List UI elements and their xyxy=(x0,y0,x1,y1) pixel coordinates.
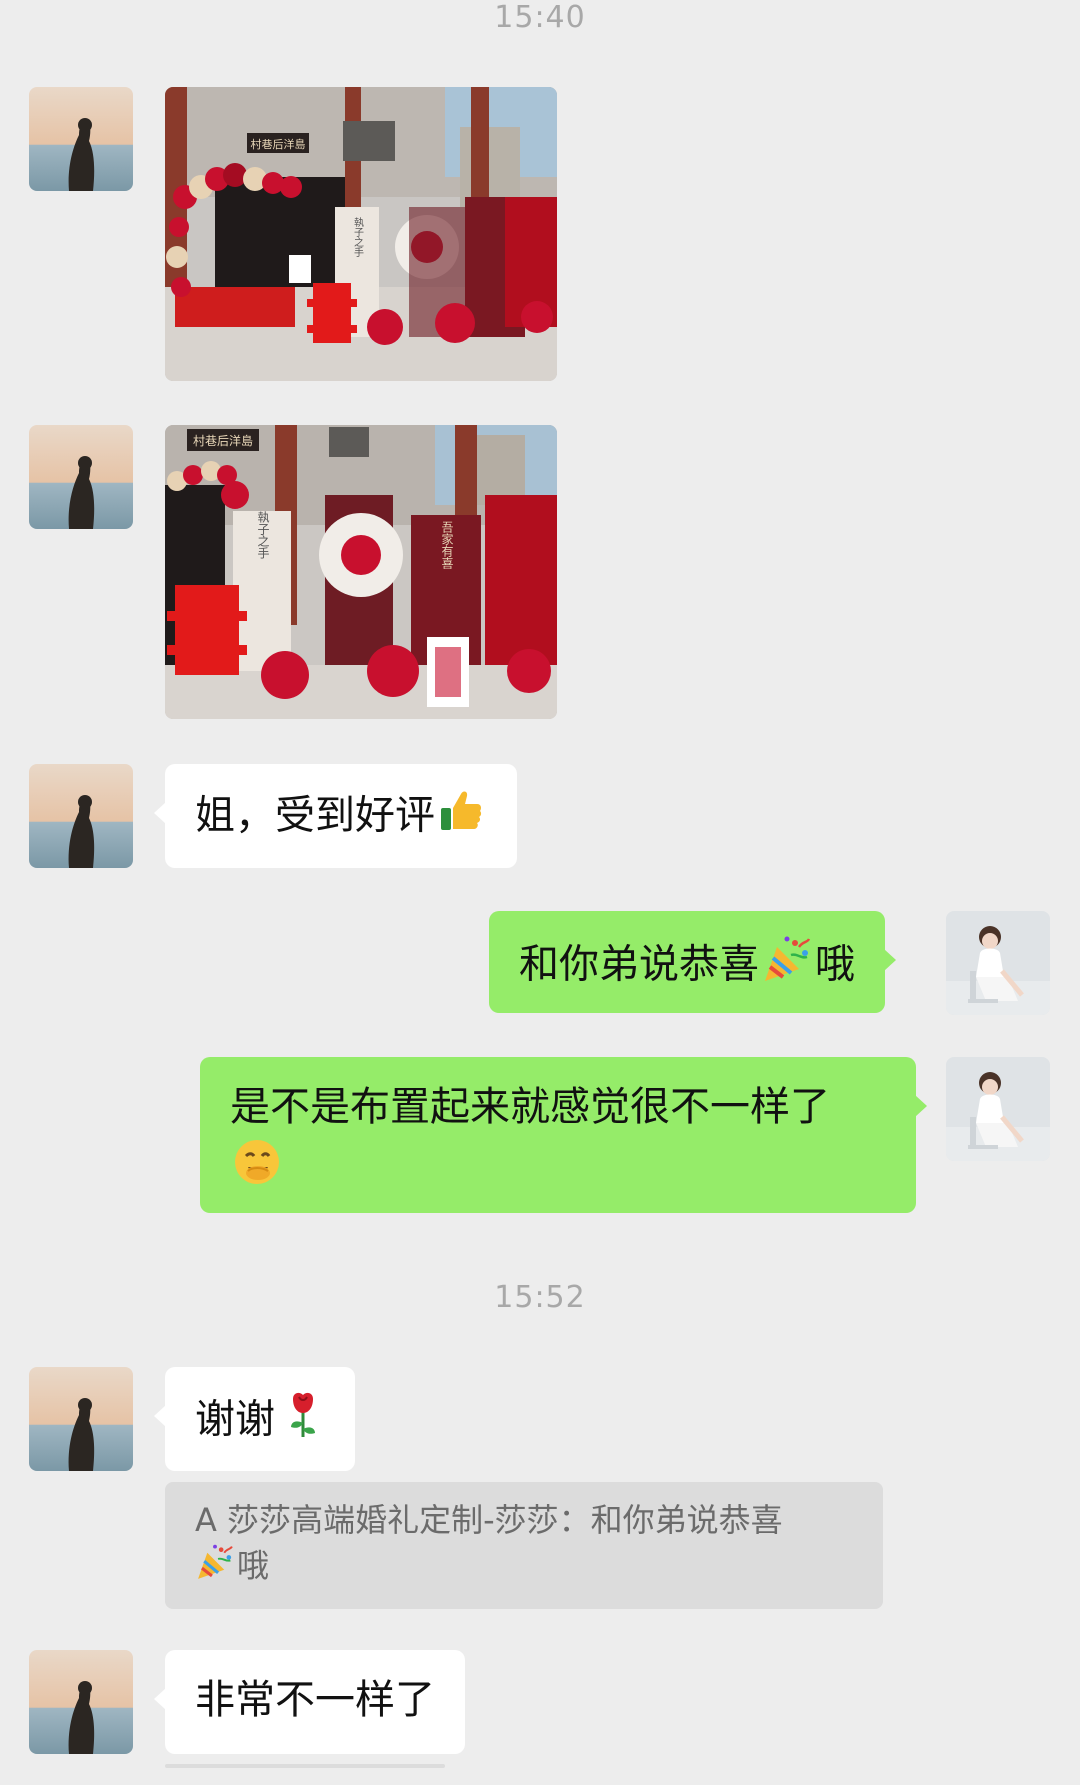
timestamp: 15:52 xyxy=(494,1280,586,1315)
message-text: 非常不一样了 xyxy=(195,1677,435,1723)
quote-line: 哦 xyxy=(237,1546,270,1585)
thumbs-up-icon xyxy=(437,786,485,849)
contact-avatar[interactable] xyxy=(29,87,133,191)
party-popper-icon xyxy=(761,933,813,1000)
quoted-message[interactable]: A 莎莎高端婚礼定制-莎莎：和你弟说恭喜 哦 xyxy=(165,1482,883,1609)
quote-line: A 莎莎高端婚礼定制-莎莎：和你弟说恭喜 xyxy=(195,1501,783,1539)
message-text: 和你弟说恭喜 xyxy=(519,941,759,988)
contact-avatar[interactable] xyxy=(29,764,133,868)
svg-text:執子之手: 執子之手 xyxy=(352,216,364,258)
svg-text:村巷后洋島: 村巷后洋島 xyxy=(251,137,306,151)
message-bubble-received[interactable]: 谢谢 xyxy=(154,1367,355,1471)
scroll-edge xyxy=(165,1764,445,1768)
message-bubble-received[interactable]: 姐，受到好评 xyxy=(154,764,517,868)
message-bubble-sent[interactable]: 是不是布置起来就感觉很不一样了 xyxy=(200,1057,927,1213)
message-text: 谢谢 xyxy=(195,1396,275,1443)
chat-window: 15:40 村巷后洋島 執子之手 村巷后洋島 執子之手 吾家有喜 姐，受到好评 … xyxy=(0,0,1080,1785)
party-popper-icon xyxy=(195,1542,235,1593)
message-text-suffix: 哦 xyxy=(815,941,855,988)
svg-text:執子之手: 執子之手 xyxy=(256,511,270,559)
contact-avatar[interactable] xyxy=(29,425,133,529)
svg-text:村巷后洋島: 村巷后洋島 xyxy=(193,433,253,448)
my-avatar[interactable] xyxy=(946,1057,1050,1161)
svg-text:吾家有喜: 吾家有喜 xyxy=(440,521,454,570)
contact-avatar[interactable] xyxy=(29,1650,133,1754)
grinning-face-with-hand-icon xyxy=(232,1137,282,1202)
message-text: 是不是布置起来就感觉很不一样了 xyxy=(230,1084,830,1130)
wedding-photo-2[interactable]: 村巷后洋島 執子之手 吾家有喜 xyxy=(165,425,557,719)
wedding-photo-1[interactable]: 村巷后洋島 執子之手 xyxy=(165,87,557,381)
rose-icon xyxy=(283,1389,323,1454)
my-avatar[interactable] xyxy=(946,911,1050,1015)
message-bubble-sent[interactable]: 和你弟说恭喜 哦 xyxy=(489,911,896,1013)
message-text: 姐，受到好评 xyxy=(195,792,435,839)
timestamp: 15:40 xyxy=(494,0,586,35)
message-bubble-received[interactable]: 非常不一样了 xyxy=(154,1650,465,1754)
contact-avatar[interactable] xyxy=(29,1367,133,1471)
